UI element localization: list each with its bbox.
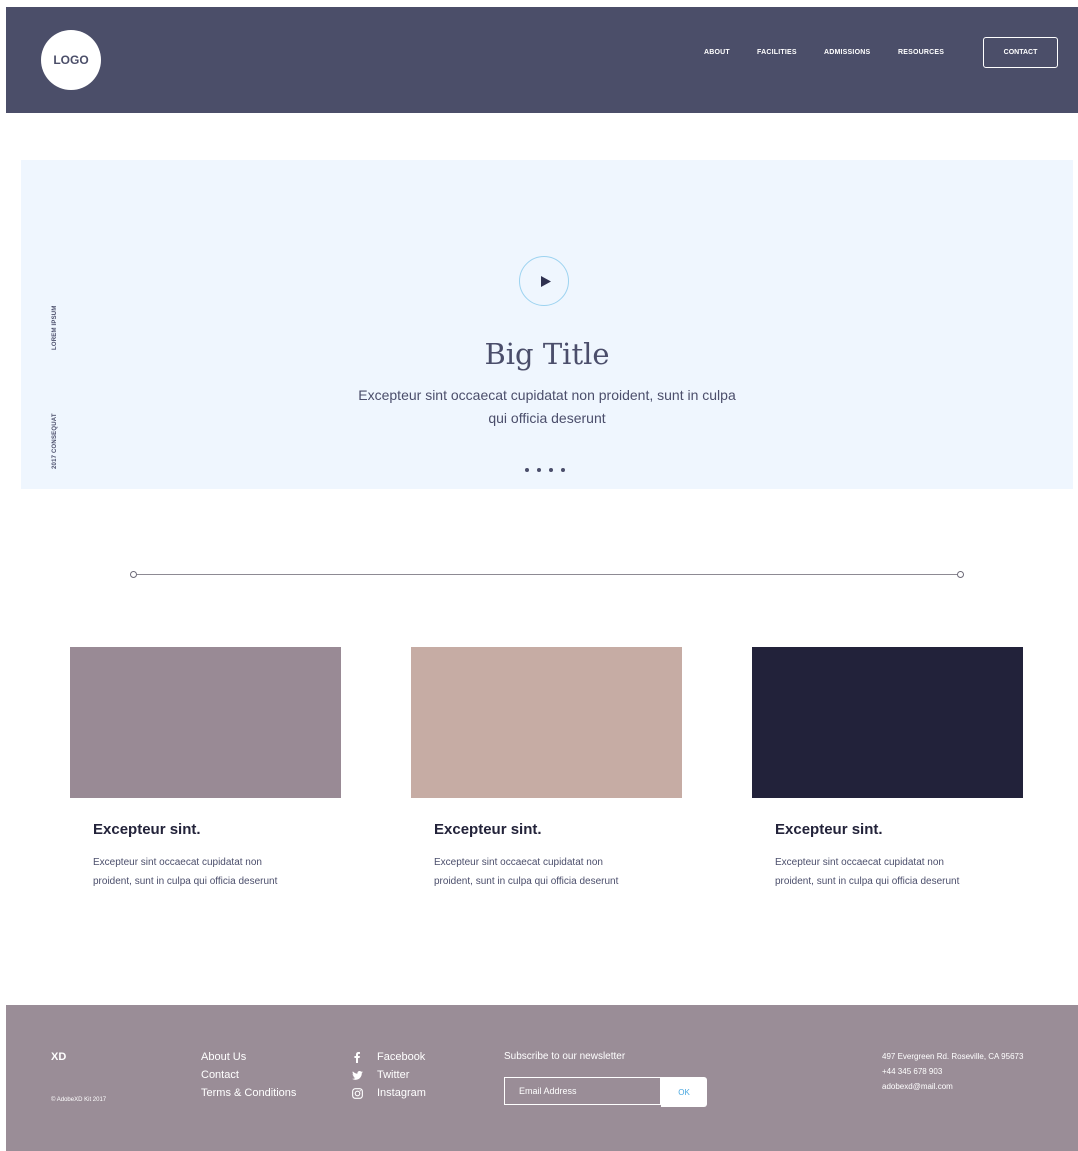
social-instagram[interactable]: Instagram [351, 1084, 426, 1102]
card-image [752, 647, 1023, 798]
card-image [411, 647, 682, 798]
instagram-icon [351, 1087, 363, 1099]
newsletter-label: Subscribe to our newsletter [504, 1051, 626, 1062]
slider-dot[interactable] [561, 468, 565, 472]
footer-links: About Us Contact Terms & Conditions [201, 1048, 296, 1102]
social-label: Facebook [377, 1051, 426, 1063]
side-label-bottom: 2017 CONSEQUAT [52, 413, 58, 469]
play-button[interactable] [519, 256, 569, 306]
nav-resources[interactable]: RESOURCES [898, 49, 944, 56]
footer-link-terms[interactable]: Terms & Conditions [201, 1084, 296, 1102]
slider-dots [525, 468, 565, 474]
card-text: Excepteur sint occaecat cupidatat non pr… [93, 857, 278, 887]
logo[interactable]: LOGO [41, 30, 101, 90]
divider-start-dot [130, 571, 137, 578]
contact-button[interactable]: CONTACT [983, 37, 1058, 68]
social-facebook[interactable]: Facebook [351, 1048, 426, 1066]
twitter-icon [351, 1069, 363, 1081]
footer-brand: XD [51, 1051, 67, 1063]
card-title: Excepteur sint. [775, 821, 883, 838]
slider-dot[interactable] [525, 468, 529, 472]
hero-title: Big Title [484, 337, 610, 371]
newsletter-email-input[interactable] [504, 1077, 661, 1105]
nav-admissions[interactable]: ADMISSIONS [824, 49, 870, 56]
card[interactable]: Excepteur sint. Excepteur sint occaecat … [411, 647, 682, 887]
footer-copyright: © AdobeXD Kit 2017 [51, 1097, 107, 1103]
footer-contact-info: 497 Evergreen Rd. Roseville, CA 95673 +4… [882, 1049, 1023, 1094]
nav-about[interactable]: ABOUT [704, 49, 730, 56]
facebook-icon [351, 1051, 363, 1063]
card-text: Excepteur sint occaecat cupidatat non pr… [434, 857, 619, 887]
card-title: Excepteur sint. [434, 821, 542, 838]
footer-link-about[interactable]: About Us [201, 1048, 296, 1066]
divider-end-dot [957, 571, 964, 578]
site-footer: XD © AdobeXD Kit 2017 About Us Contact T… [6, 1005, 1078, 1151]
slider-dot[interactable] [549, 468, 553, 472]
site-header: LOGO ABOUT FACILITIES ADMISSIONS RESOURC… [6, 7, 1078, 113]
footer-address: 497 Evergreen Rd. Roseville, CA 95673 [882, 1052, 1024, 1061]
play-icon [540, 275, 551, 287]
footer-link-contact[interactable]: Contact [201, 1066, 296, 1084]
card-image [70, 647, 341, 798]
section-divider [137, 574, 957, 575]
newsletter-ok-button[interactable]: OK [661, 1077, 707, 1107]
card-title: Excepteur sint. [93, 821, 201, 838]
card[interactable]: Excepteur sint. Excepteur sint occaecat … [70, 647, 341, 887]
hero-section: LOREM IPSUM 2017 CONSEQUAT Big Title Exc… [21, 160, 1073, 489]
card-text: Excepteur sint occaecat cupidatat non pr… [775, 857, 960, 887]
slider-dot[interactable] [537, 468, 541, 472]
footer-email[interactable]: adobexd@mail.com [882, 1079, 1023, 1094]
social-twitter[interactable]: Twitter [351, 1066, 426, 1084]
social-label: Twitter [377, 1069, 410, 1081]
footer-social: Facebook Twitter Instagram [351, 1048, 426, 1102]
social-label: Instagram [377, 1087, 426, 1099]
footer-phone: +44 345 678 903 [882, 1067, 943, 1076]
hero-subtitle: Excepteur sint occaecat cupidatat non pr… [358, 387, 736, 426]
card[interactable]: Excepteur sint. Excepteur sint occaecat … [752, 647, 1023, 887]
nav-facilities[interactable]: FACILITIES [757, 49, 797, 56]
